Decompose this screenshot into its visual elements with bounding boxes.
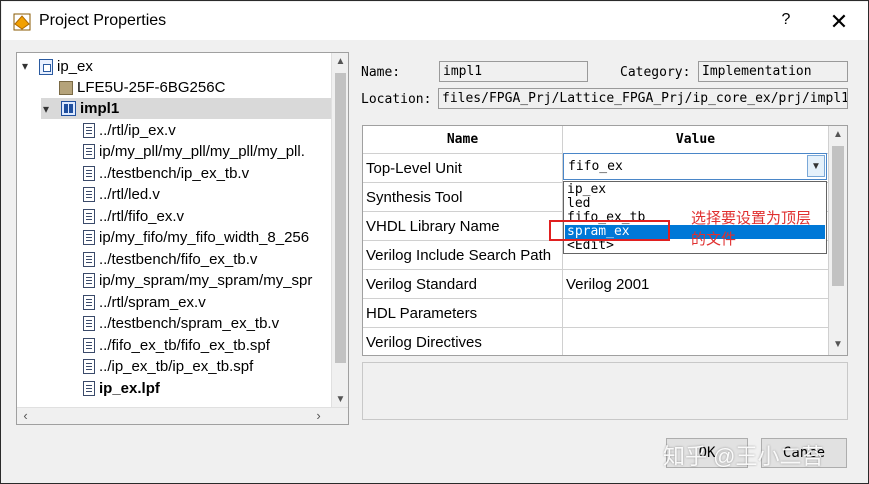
- project-icon: [39, 58, 53, 75]
- highlight-box: [549, 220, 670, 241]
- implementation-icon: [61, 101, 76, 116]
- collapse-icon[interactable]: ▾: [22, 60, 34, 72]
- file-icon: [83, 359, 95, 374]
- category-field[interactable]: Implementation: [698, 61, 848, 82]
- property-name-verilog-include[interactable]: Verilog Include Search Path: [363, 241, 563, 270]
- property-value[interactable]: [563, 299, 829, 328]
- tree-file-item[interactable]: ip/my_fifo/my_fifo_width_8_256: [83, 227, 309, 248]
- tree-file-item[interactable]: ../testbench/spram_ex_tb.v: [83, 313, 279, 334]
- file-icon: [83, 123, 95, 138]
- annotation-line: 的文件: [691, 230, 737, 248]
- project-tree[interactable]: ▾ ip_ex LFE5U-25F-6BG256C ▾ impl1 ../rtl…: [16, 52, 349, 425]
- scroll-down-icon[interactable]: ▼: [332, 391, 348, 408]
- tree-horizontal-scrollbar[interactable]: ‹ ›: [17, 407, 348, 424]
- tree-item-project[interactable]: ip_ex: [39, 56, 93, 77]
- property-value[interactable]: [563, 328, 829, 355]
- window-title: Project Properties: [39, 12, 167, 29]
- tree-file-item[interactable]: ../rtl/led.v: [83, 184, 160, 205]
- tree-file-item[interactable]: ../rtl/ip_ex.v: [83, 120, 176, 141]
- file-icon: [83, 166, 95, 181]
- property-name-verilog-standard[interactable]: Verilog Standard: [363, 270, 563, 299]
- close-button[interactable]: ✕: [824, 8, 854, 36]
- property-name-verilog-directives[interactable]: Verilog Directives: [363, 328, 563, 355]
- scroll-thumb[interactable]: [335, 73, 346, 363]
- scroll-down-icon[interactable]: ▼: [829, 336, 847, 354]
- file-icon: [83, 316, 95, 331]
- annotation-line: 选择要设置为顶层: [691, 209, 812, 227]
- property-value[interactable]: Verilog 2001: [563, 270, 829, 299]
- tree-file-item[interactable]: ../fifo_ex_tb/fifo_ex_tb.spf: [83, 335, 270, 356]
- tree-file-item[interactable]: ip_ex.lpf: [83, 378, 160, 399]
- file-icon: [83, 381, 95, 396]
- location-label: Location:: [361, 92, 432, 107]
- file-icon: [83, 273, 95, 288]
- scroll-right-icon[interactable]: ›: [310, 408, 327, 424]
- name-field[interactable]: impl1: [439, 61, 588, 82]
- device-chip-icon: [59, 80, 73, 95]
- collapse-icon[interactable]: ▾: [43, 103, 55, 115]
- tree-file-item[interactable]: ip/my_pll/my_pll/my_pll/my_pll.: [83, 141, 305, 162]
- file-icon: [83, 144, 95, 159]
- property-name-vhdl-library[interactable]: VHDL Library Name: [363, 212, 563, 241]
- file-icon: [83, 252, 95, 267]
- title-bar: Project Properties ? ✕: [2, 2, 868, 40]
- scroll-left-icon[interactable]: ‹: [17, 408, 34, 424]
- tree-vertical-scrollbar[interactable]: ▲ ▼: [331, 53, 348, 408]
- annotation-text: 选择要设置为顶层 的文件: [691, 208, 841, 250]
- file-icon: [83, 295, 95, 310]
- top-level-unit-select[interactable]: fifo_ex: [563, 153, 827, 180]
- property-name-hdl-parameters[interactable]: HDL Parameters: [363, 299, 563, 328]
- project-properties-dialog: Project Properties ? ✕ ▾ ip_ex LFE5U-25F…: [0, 0, 869, 484]
- tree-file-item[interactable]: ../rtl/spram_ex.v: [83, 292, 206, 313]
- column-header-name[interactable]: Name: [363, 126, 563, 154]
- property-name-top-level-unit[interactable]: Top-Level Unit: [363, 154, 563, 183]
- scroll-up-icon[interactable]: ▲: [332, 53, 348, 70]
- dropdown-option[interactable]: ip_ex: [565, 183, 825, 197]
- tree-file-item[interactable]: ../ip_ex_tb/ip_ex_tb.spf: [83, 356, 253, 377]
- help-button[interactable]: ?: [776, 11, 796, 33]
- chevron-down-icon[interactable]: ▼: [807, 155, 825, 177]
- scroll-up-icon[interactable]: ▲: [829, 126, 847, 144]
- name-label: Name:: [361, 65, 401, 80]
- file-icon: [83, 338, 95, 353]
- file-icon: [83, 209, 95, 224]
- tree-item-device[interactable]: LFE5U-25F-6BG256C: [59, 77, 225, 98]
- tree-file-item[interactable]: ../testbench/ip_ex_tb.v: [83, 163, 249, 184]
- file-icon: [83, 230, 95, 245]
- file-icon: [83, 187, 95, 202]
- tree-file-item[interactable]: ../rtl/fifo_ex.v: [83, 206, 184, 227]
- tree-file-item[interactable]: ../testbench/fifo_ex_tb.v: [83, 249, 257, 270]
- app-icon: [13, 13, 31, 31]
- watermark: 知乎 @王小二苔: [663, 444, 824, 469]
- description-panel: [362, 362, 848, 420]
- tree-item-impl[interactable]: ▾ impl1: [41, 98, 333, 119]
- column-header-value[interactable]: Value: [563, 126, 829, 154]
- category-label: Category:: [620, 65, 691, 80]
- location-field[interactable]: files/FPGA_Prj/Lattice_FPGA_Prj/ip_core_…: [438, 88, 848, 109]
- tree-file-item[interactable]: ip/my_spram/my_spram/my_spr: [83, 270, 312, 291]
- property-name-synthesis-tool[interactable]: Synthesis Tool: [363, 183, 563, 212]
